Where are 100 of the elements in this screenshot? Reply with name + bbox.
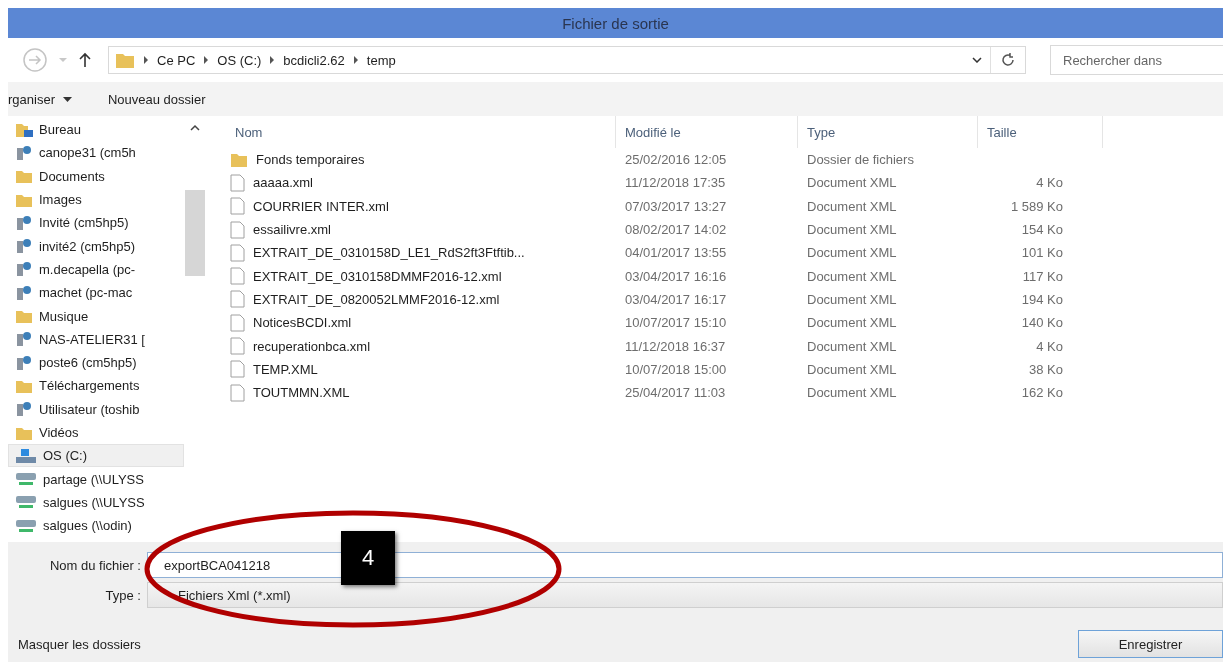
file-name[interactable]: TOUTMMN.XML xyxy=(226,383,616,402)
document-icon xyxy=(230,337,245,355)
sidebar-item[interactable]: Utilisateur (toshib xyxy=(8,397,184,421)
chevron-icon xyxy=(203,56,210,64)
document-icon xyxy=(230,243,245,262)
sidebar-item[interactable]: Invité (cm5hp5) xyxy=(8,211,184,235)
modified-date: 08/02/2017 14:02 xyxy=(624,222,728,238)
file-type: Document XML xyxy=(806,198,898,214)
file-size: 4 Ko xyxy=(1035,338,1064,354)
column-header[interactable]: Type xyxy=(798,116,978,148)
organize-menu[interactable]: rganiser xyxy=(8,91,72,107)
hide-folders-toggle[interactable]: Masquer les dossiers xyxy=(8,636,141,652)
file-name[interactable]: EXTRAIT_DE_0310158DMMF2016-12.xml xyxy=(226,267,616,286)
file-type: Document XML xyxy=(806,315,898,331)
sidebar-item[interactable]: canope31 (cm5h xyxy=(8,141,184,165)
sidebar-label: salgues (\\ULYSS xyxy=(43,494,145,510)
file-name[interactable]: essailivre.xml xyxy=(226,220,616,239)
file-name[interactable]: NoticesBCDI.xml xyxy=(226,313,616,332)
breadcrumb[interactable]: bcdicli2.62 xyxy=(283,52,345,68)
network-user-icon xyxy=(15,401,33,418)
document-icon xyxy=(230,313,245,332)
file-type: Document XML xyxy=(806,268,898,284)
sidebar-label: Invité (cm5hp5) xyxy=(39,215,129,231)
sidebar-label: partage (\\ULYSS xyxy=(43,471,144,487)
new-folder-button[interactable]: Nouveau dossier xyxy=(107,91,206,107)
document-icon xyxy=(230,360,245,379)
file-name[interactable]: recuperationbca.xml xyxy=(226,337,616,355)
sidebar-item[interactable]: machet (pc-mac xyxy=(8,281,184,305)
scroll-up-icon[interactable] xyxy=(190,124,200,132)
network-drive-icon xyxy=(15,517,37,534)
file-name[interactable]: aaaaa.xml xyxy=(226,173,616,192)
modified-date: 07/03/2017 13:27 xyxy=(624,198,728,214)
sidebar-item[interactable]: partage (\\ULYSS xyxy=(8,467,184,491)
modified-date: 04/01/2017 13:55 xyxy=(624,245,728,261)
up-arrow-icon[interactable] xyxy=(78,52,92,68)
network-user-icon xyxy=(15,144,33,161)
sidebar-item[interactable]: Bureau xyxy=(8,118,184,142)
dropdown-icon[interactable] xyxy=(972,57,982,63)
network-user-icon xyxy=(15,238,33,255)
breadcrumb[interactable]: temp xyxy=(366,52,396,68)
address-bar[interactable]: Ce PC OS (C:) bcdicli2.62 temp xyxy=(108,46,1026,74)
file-name[interactable]: EXTRAIT_DE_0310158D_LE1_RdS2ft3Ftftib... xyxy=(226,243,616,262)
modified-date: 03/04/2017 16:17 xyxy=(624,291,728,307)
file-name[interactable]: EXTRAIT_DE_0820052LMMF2016-12.xml xyxy=(226,290,616,309)
sidebar-item[interactable]: m.decapella (pc- xyxy=(8,257,184,282)
save-button[interactable]: Enregistrer xyxy=(1078,630,1223,658)
sidebar-label: Musique xyxy=(39,308,89,324)
document-icon xyxy=(230,383,245,402)
document-icon xyxy=(230,173,245,192)
modified-date: 25/04/2017 11:03 xyxy=(624,385,727,401)
folder-icon xyxy=(115,51,135,69)
sidebar-item[interactable]: Documents xyxy=(8,164,184,188)
sidebar-item[interactable]: OS (C:) xyxy=(8,444,184,468)
type-label: Type : xyxy=(104,587,142,603)
file-type: Document XML xyxy=(806,338,898,354)
sidebar-item[interactable]: salgues (\\odin) xyxy=(8,514,184,538)
file-name[interactable]: COURRIER INTER.xml xyxy=(226,197,616,216)
search-field[interactable]: Rechercher dans xyxy=(1050,45,1223,75)
sidebar-item[interactable]: NAS-ATELIER31 [ xyxy=(8,327,184,351)
file-name[interactable]: Fonds temporaires xyxy=(226,151,616,168)
column-header[interactable]: Taille xyxy=(978,116,1103,148)
caret-icon xyxy=(62,96,72,102)
file-size: 194 Ko xyxy=(1020,291,1064,307)
sidebar-label: Bureau xyxy=(39,122,81,138)
type-dropdown[interactable]: Fichiers Xml (*.xml) xyxy=(147,582,1223,608)
sidebar-item[interactable]: poste6 (cm5hp5) xyxy=(8,350,184,375)
breadcrumb[interactable]: Ce PC xyxy=(157,52,196,68)
sidebar-item[interactable]: invité2 (cm5hp5) xyxy=(8,234,184,258)
sidebar-label: Vidéos xyxy=(39,425,79,440)
filename-label: Nom du fichier : xyxy=(48,557,142,573)
step-badge: 4 xyxy=(341,531,395,585)
sidebar-label: poste6 (cm5hp5) xyxy=(39,355,137,371)
file-size: 140 Ko xyxy=(1020,315,1064,331)
file-name[interactable]: TEMP.XML xyxy=(226,360,616,379)
chevron-icon xyxy=(352,56,359,64)
file-type: Dossier de fichiers xyxy=(806,152,915,168)
sidebar-label: Utilisateur (toshib xyxy=(39,401,140,417)
chevron-icon xyxy=(269,56,276,64)
sidebar-label: salgues (\\odin) xyxy=(43,518,132,534)
modified-date: 11/12/2018 17:35 xyxy=(624,175,727,191)
folder-icon xyxy=(230,151,248,168)
modified-date: 10/07/2018 15:00 xyxy=(624,361,728,377)
breadcrumb[interactable]: OS (C:) xyxy=(217,52,262,68)
document-icon xyxy=(230,290,245,309)
sidebar-item[interactable]: Vidéos xyxy=(8,420,184,445)
sidebar-label: canope31 (cm5h xyxy=(39,145,136,161)
file-size: 117 Ko xyxy=(1021,268,1064,284)
column-header[interactable]: Nom xyxy=(226,116,616,148)
sidebar-label: m.decapella (pc- xyxy=(39,261,136,277)
file-type: Document XML xyxy=(806,245,898,261)
scrollbar-thumb[interactable] xyxy=(185,190,205,276)
sidebar-item[interactable]: Musique xyxy=(8,304,184,328)
column-header[interactable]: Modifié le xyxy=(616,116,798,148)
sidebar-item[interactable]: Téléchargements xyxy=(8,374,184,398)
file-size: 162 Ko xyxy=(1020,385,1064,401)
file-size: 1 589 Ko xyxy=(1009,198,1064,214)
document-icon xyxy=(230,197,245,216)
sidebar-item[interactable]: salgues (\\ULYSS xyxy=(8,490,184,515)
file-type: Document XML xyxy=(806,175,898,191)
sidebar-item[interactable]: Images xyxy=(8,187,184,212)
